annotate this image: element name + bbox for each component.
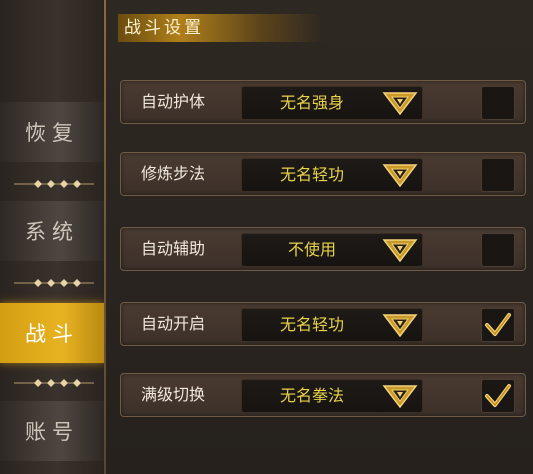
tab-recover[interactable]: 恢复 bbox=[0, 102, 104, 162]
setting-row-footwork: 修炼步法 无名轻功 bbox=[120, 152, 526, 196]
row-label: 自动护体 bbox=[141, 92, 206, 111]
setting-row-auto-assist: 自动辅助 不使用 bbox=[120, 227, 526, 271]
dropdown-arrow-icon bbox=[382, 164, 418, 188]
row-label: 修炼步法 bbox=[141, 164, 206, 183]
enable-checkbox[interactable] bbox=[481, 86, 515, 120]
dropdown-arrow-icon bbox=[382, 314, 418, 338]
section-title: 战斗设置 bbox=[118, 14, 324, 42]
dropdown-value: 无名强身 bbox=[279, 93, 344, 112]
tab-combat-label: 战斗 bbox=[25, 322, 79, 346]
tab-system[interactable]: 系统 bbox=[0, 201, 104, 261]
dropdown-value: 不使用 bbox=[287, 240, 336, 259]
enable-checkbox[interactable] bbox=[481, 233, 515, 267]
dropdown-arrow-icon bbox=[382, 239, 418, 263]
ornament-divider bbox=[14, 379, 94, 387]
sidebar: 恢复 系统 战斗 账号 bbox=[0, 0, 116, 474]
checkmark-icon bbox=[485, 384, 511, 407]
skill-dropdown[interactable]: 无名轻功 bbox=[241, 158, 423, 192]
ornament-divider bbox=[14, 180, 94, 188]
skill-dropdown[interactable]: 无名拳法 bbox=[241, 379, 423, 413]
dropdown-arrow-icon bbox=[382, 385, 418, 409]
enable-checkbox[interactable] bbox=[481, 308, 515, 342]
row-label: 自动开启 bbox=[141, 314, 206, 333]
row-label: 自动辅助 bbox=[141, 239, 206, 258]
setting-row-auto-guard: 自动护体 无名强身 bbox=[120, 80, 526, 124]
dropdown-value: 无名拳法 bbox=[279, 386, 344, 405]
enable-checkbox[interactable] bbox=[481, 379, 515, 413]
row-label: 满级切换 bbox=[141, 385, 206, 404]
skill-dropdown[interactable]: 无名强身 bbox=[241, 86, 423, 120]
skill-dropdown[interactable]: 无名轻功 bbox=[241, 308, 423, 342]
skill-dropdown[interactable]: 不使用 bbox=[241, 233, 423, 267]
dropdown-value: 无名轻功 bbox=[279, 165, 344, 184]
checkmark-icon bbox=[485, 313, 511, 336]
setting-row-auto-enable: 自动开启 无名轻功 bbox=[120, 302, 526, 346]
tab-recover-label: 恢复 bbox=[25, 121, 79, 145]
ornament-divider bbox=[14, 279, 94, 287]
dropdown-value: 无名轻功 bbox=[279, 315, 344, 334]
setting-row-max-level-switch: 满级切换 无名拳法 bbox=[120, 373, 526, 417]
tab-account[interactable]: 账号 bbox=[0, 401, 104, 461]
tab-account-label: 账号 bbox=[25, 420, 79, 444]
tab-combat[interactable]: 战斗 bbox=[0, 303, 116, 363]
enable-checkbox[interactable] bbox=[481, 158, 515, 192]
dropdown-arrow-icon bbox=[382, 92, 418, 116]
tab-system-label: 系统 bbox=[25, 220, 79, 244]
